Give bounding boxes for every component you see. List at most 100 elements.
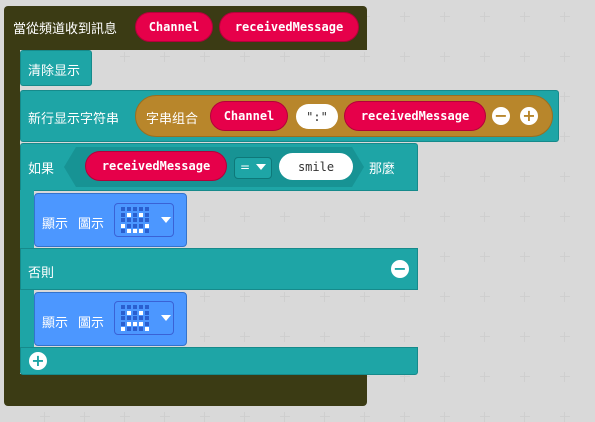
show-icon-label-1b: 圖示 [78,217,105,232]
if-block-footer[interactable] [20,347,418,375]
led-pixel [121,229,125,233]
led-pixel [121,316,125,320]
grid-plus-mark [320,212,330,222]
grid-plus-mark [520,372,530,382]
if-label: 如果 [28,162,55,177]
show-icon-label-2a: 顯示 [42,316,69,331]
led-pixel [121,207,125,211]
join-item-channel[interactable]: Channel [210,101,288,131]
led-pixel [145,212,149,217]
led-pixel [145,229,149,233]
channel-param[interactable]: Channel [135,12,213,42]
led-pixel [127,310,131,315]
compare-left-received-message[interactable]: receivedMessage [85,151,227,181]
grid-plus-mark [200,52,210,62]
grid-plus-mark [40,412,50,422]
operator-label: = [240,160,251,174]
join-item-colon[interactable]: ":" [296,104,338,129]
grid-plus-mark [240,292,250,302]
grid-plus-mark [280,212,290,222]
grid-plus-mark [360,412,370,422]
chevron-down-icon [161,217,171,223]
grid-plus-mark [560,172,570,182]
grid-plus-mark [560,372,570,382]
grid-plus-mark [400,412,410,422]
add-item-icon[interactable]: + [520,107,538,125]
smile-led-icon [121,207,151,233]
led-pixel [127,321,131,326]
chevron-down-icon [161,315,171,321]
grid-plus-mark [520,52,530,62]
led-pixel [127,229,131,233]
led-pixel [127,218,131,222]
grid-plus-mark [280,412,290,422]
received-message-param[interactable]: receivedMessage [219,12,359,42]
event-block-spine [4,46,20,400]
event-block-bottom [4,374,367,406]
grid-plus-mark [280,332,290,342]
join-item-received-message[interactable]: receivedMessage [344,101,486,131]
led-pixel [139,229,143,233]
grid-plus-mark [400,332,410,342]
led-pixel [139,305,143,309]
grid-plus-mark [120,412,130,422]
led-pixel [145,305,149,309]
event-label: 當從頻道收到訊息 [13,22,118,37]
grid-plus-mark [120,52,130,62]
remove-else-icon[interactable]: − [391,260,409,278]
grid-plus-mark [560,92,570,102]
grid-plus-mark [440,212,450,222]
if-block-spine-1 [20,190,34,248]
led-pixel [145,223,149,228]
led-pixel [139,218,143,222]
led-pixel [145,327,149,331]
grid-plus-mark [360,52,370,62]
led-pixel [139,321,143,326]
grid-plus-mark [440,332,450,342]
grid-plus-mark [520,172,530,182]
compare-right-smile[interactable]: smile [279,153,353,180]
led-pixel [133,316,137,320]
led-pixel [145,316,149,320]
grid-plus-mark [440,12,450,22]
else-bar[interactable] [20,248,418,290]
grid-plus-mark [80,412,90,422]
grid-plus-mark [560,252,570,262]
grid-plus-mark [480,172,490,182]
grid-plus-mark [480,292,490,302]
add-else-if-icon[interactable]: + [29,352,47,370]
grid-plus-mark [440,172,450,182]
led-pixel [127,316,131,320]
led-pixel [127,327,131,331]
show-icon-label-1a: 顯示 [42,217,69,232]
join-label: 字串组合 [146,112,199,127]
grid-plus-mark [320,52,330,62]
led-pixel [133,229,137,233]
grid-plus-mark [560,412,570,422]
frown-led-icon [121,305,151,331]
led-pixel [127,223,131,228]
led-pixel [121,305,125,309]
led-pixel [127,305,131,309]
show-icon-label-2b: 圖示 [78,316,105,331]
else-label: 否則 [28,266,55,281]
led-pixel [121,310,125,315]
grid-plus-mark [200,212,210,222]
led-pixel [121,212,125,217]
led-pixel [145,321,149,326]
grid-plus-mark [280,292,290,302]
grid-plus-mark [480,52,490,62]
remove-item-icon[interactable]: − [492,107,510,125]
led-pixel [121,321,125,326]
grid-plus-mark [160,52,170,62]
led-pixel [121,327,125,331]
led-pixel [133,327,137,331]
grid-plus-mark [560,292,570,302]
led-pixel [145,218,149,222]
led-pixel [139,310,143,315]
grid-plus-mark [440,252,450,262]
grid-plus-mark [400,212,410,222]
grid-plus-mark [560,12,570,22]
led-pixel [133,207,137,211]
grid-plus-mark [520,12,530,22]
